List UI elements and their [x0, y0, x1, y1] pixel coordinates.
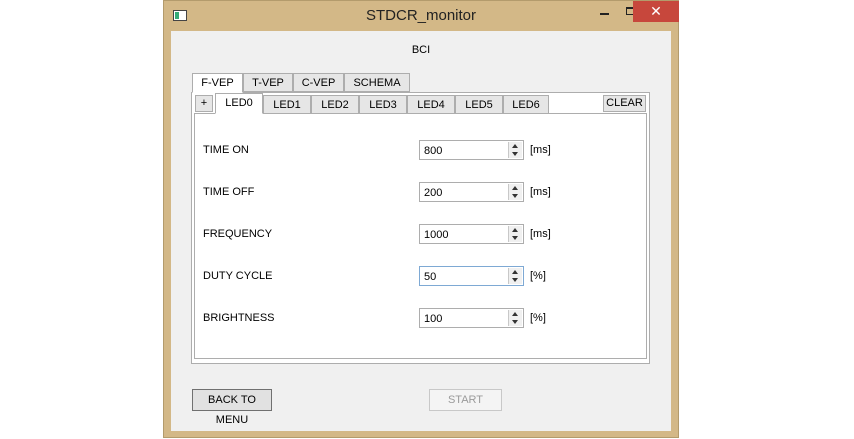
frequency-value: 1000: [424, 229, 449, 241]
minimize-button[interactable]: [592, 1, 618, 22]
title-bar[interactable]: STDCR_monitor ✕: [164, 1, 679, 31]
tab-f-vep[interactable]: F-VEP: [192, 73, 243, 93]
time-on-unit: [ms]: [530, 144, 551, 156]
brightness-spin-buttons: [508, 310, 522, 326]
duty-cycle-label: DUTY CYCLE: [203, 270, 273, 282]
duty-cycle-up-arrow-icon[interactable]: [509, 268, 522, 276]
tab-led5[interactable]: LED5: [455, 95, 503, 114]
tab-t-vep[interactable]: T-VEP: [243, 73, 293, 92]
time-on-spinbox[interactable]: 800: [419, 140, 524, 160]
time-on-label: TIME ON: [203, 144, 249, 156]
app-window: STDCR_monitor ✕ BCI F-VEP T-VEP C-VEP SC…: [163, 0, 679, 438]
time-off-spinbox[interactable]: 200: [419, 182, 524, 202]
time-off-label: TIME OFF: [203, 186, 255, 198]
time-off-unit: [ms]: [530, 186, 551, 198]
duty-cycle-spin-buttons: [508, 268, 522, 284]
time-off-value: 200: [424, 187, 443, 199]
frequency-spin-buttons: [508, 226, 522, 242]
frequency-down-arrow-icon[interactable]: [509, 234, 522, 242]
time-on-down-arrow-icon[interactable]: [509, 150, 522, 158]
tab-led0[interactable]: LED0: [215, 93, 263, 114]
back-to-menu-button[interactable]: BACK TO MENU: [192, 389, 272, 426]
brightness-label: BRIGHTNESS: [203, 312, 275, 324]
tab-led6[interactable]: LED6: [503, 95, 549, 114]
duty-cycle-down-arrow-icon[interactable]: [509, 276, 522, 284]
time-on-value: 800: [424, 145, 443, 157]
frequency-spinbox[interactable]: 1000: [419, 224, 524, 244]
client-area: BCI F-VEP T-VEP C-VEP SCHEMA + LED0 LED1…: [171, 31, 671, 431]
tab-led1[interactable]: LED1: [263, 95, 311, 114]
time-off-spin-buttons: [508, 184, 522, 200]
tab-schema[interactable]: SCHEMA: [344, 73, 410, 92]
brightness-value: 100: [424, 313, 443, 325]
clear-button[interactable]: CLEAR: [603, 95, 646, 112]
time-off-down-arrow-icon[interactable]: [509, 192, 522, 200]
brightness-unit: [%]: [530, 312, 546, 324]
add-tab-button[interactable]: +: [195, 95, 213, 112]
brightness-spinbox[interactable]: 100: [419, 308, 524, 328]
tab-led2[interactable]: LED2: [311, 95, 359, 114]
duty-cycle-unit: [%]: [530, 270, 546, 282]
start-button[interactable]: START: [429, 389, 502, 411]
time-on-up-arrow-icon[interactable]: [509, 142, 522, 150]
time-off-up-arrow-icon[interactable]: [509, 184, 522, 192]
frequency-unit: [ms]: [530, 228, 551, 240]
header-label: BCI: [411, 44, 431, 56]
frequency-up-arrow-icon[interactable]: [509, 226, 522, 234]
brightness-down-arrow-icon[interactable]: [509, 318, 522, 326]
close-button[interactable]: ✕: [633, 1, 679, 22]
brightness-up-arrow-icon[interactable]: [509, 310, 522, 318]
tab-led4[interactable]: LED4: [407, 95, 455, 114]
tab-c-vep[interactable]: C-VEP: [293, 73, 344, 92]
frequency-label: FREQUENCY: [203, 228, 273, 240]
tab-led3[interactable]: LED3: [359, 95, 407, 114]
time-on-spin-buttons: [508, 142, 522, 158]
duty-cycle-value: 50: [424, 271, 437, 283]
duty-cycle-spinbox[interactable]: 50: [419, 266, 524, 286]
